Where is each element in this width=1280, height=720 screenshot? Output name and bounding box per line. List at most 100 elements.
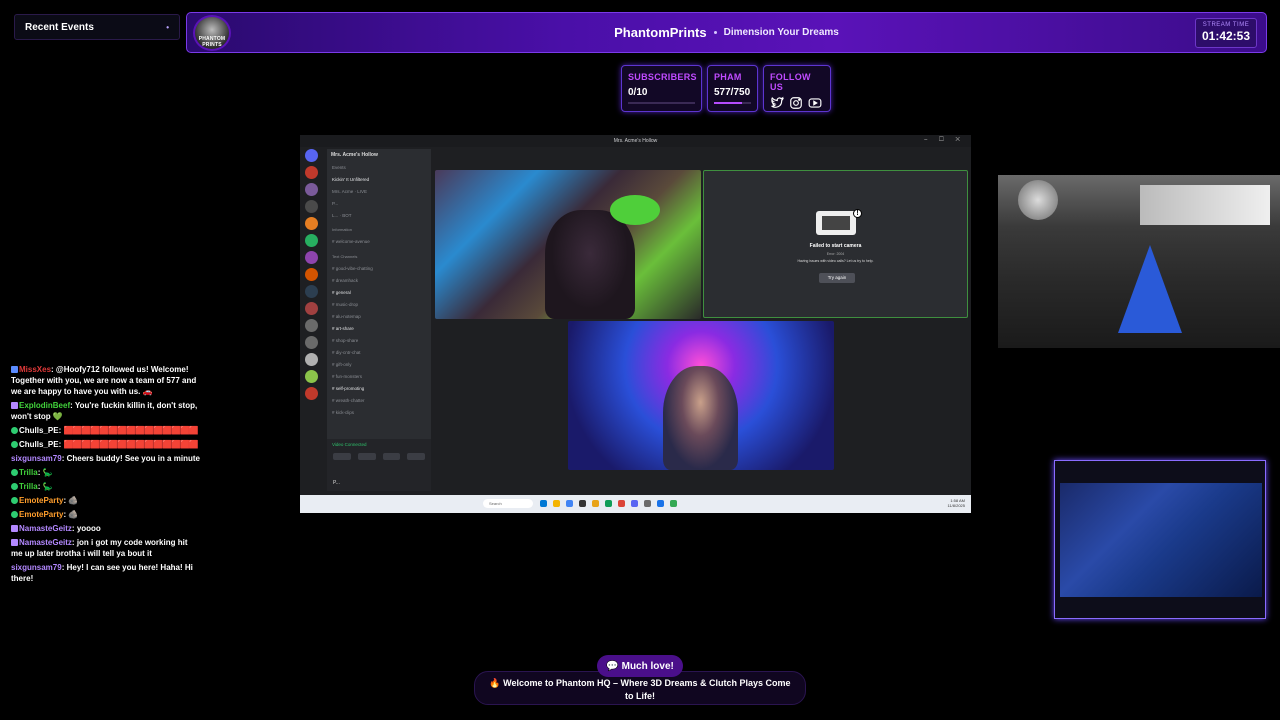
chat-message: Chulls_PE: 🟥🟥🟥🟥🟥🟥🟥🟥🟥🟥🟥🟥🟥🟥🟥 [11,439,201,450]
channel-item[interactable]: L... · BOT [327,209,431,221]
youtube-icon[interactable] [808,96,822,110]
taskbar-search[interactable]: Search [483,499,533,508]
home-icon[interactable] [305,149,318,162]
chat-username[interactable]: Trilla [19,468,38,477]
server-icon[interactable] [305,268,318,281]
channel-item[interactable]: # self-promoting [327,382,431,394]
server-icon[interactable] [305,319,318,332]
chat-username[interactable]: MissXes [19,365,51,374]
chat-badge-icon [11,441,18,448]
chat-emotes: 🟥🟥🟥🟥🟥🟥🟥🟥🟥🟥🟥🟥🟥🟥🟥 [63,426,198,435]
server-icon[interactable] [305,353,318,366]
server-icon[interactable] [305,166,318,179]
chat-username[interactable]: sixgunsam79 [11,454,62,463]
chat-username[interactable]: Trilla [19,482,38,491]
soundboard-button[interactable] [407,453,425,460]
channel-item[interactable]: Kickin' It Unfiltered [327,173,431,185]
chat-username[interactable]: EmoteParty [19,496,63,505]
channel-item[interactable]: Mrs. Acme · LIVE [327,185,431,197]
voice-status: Video Connected [332,442,367,447]
channel-item[interactable]: Events [327,161,431,173]
chat-badge-icon [11,497,18,504]
channel-item[interactable]: # welcome-avenue [327,236,431,248]
app-icon[interactable] [631,500,638,507]
video-tile-camera-error[interactable]: ! Failed to start camera Error: 2004 Hav… [703,170,968,318]
recent-events-label: Recent Events [25,21,94,33]
recent-events-panel[interactable]: Recent Events • [14,14,180,40]
server-icon[interactable] [305,336,318,349]
brand-tagline: Dimension Your Dreams [723,27,839,38]
desktop-capture: Mrs. Acme's Hollow ⎯ ☐ ✕ Mrs. Acme's Hol… [300,135,971,513]
app-icon[interactable] [605,500,612,507]
server-icon[interactable] [305,285,318,298]
printed-pyramid-shape [1118,245,1182,333]
channel-item[interactable]: # kick-clips [327,406,431,418]
chat-message: sixgunsam79: Cheers buddy! See you in a … [11,453,201,464]
app-icon[interactable] [553,500,560,507]
server-name[interactable]: Mrs. Acme's Hollow [327,149,431,161]
chat-username[interactable]: NamasteGeitz [19,538,72,547]
chat-badge-icon [11,525,18,532]
activity-button[interactable] [382,453,401,460]
channel-item[interactable]: # shop-share [327,334,431,346]
try-again-button[interactable]: Try again [819,273,855,283]
channel-item[interactable]: # gift-only [327,358,431,370]
stream-time-box: STREAM TIME 01:42:53 [1195,18,1257,48]
chat-message: Trilla: 🦕 [11,467,201,478]
server-icon[interactable] [305,234,318,247]
chat-badge-icon [11,469,18,476]
channel-item[interactable]: # fun-monsters [327,370,431,382]
user-panel: P... [327,477,431,491]
chat-username[interactable]: sixgunsam79 [11,563,62,572]
server-icon[interactable] [305,387,318,400]
channel-item[interactable]: P... [327,197,431,209]
app-icon[interactable] [540,500,547,507]
taskbar-icons [540,500,677,507]
camera-button[interactable] [333,453,351,460]
channel-category[interactable]: Text Channels [327,248,431,263]
video-tile-streamer[interactable] [568,321,834,470]
app-icon[interactable] [566,500,573,507]
server-icon[interactable] [305,200,318,213]
server-icon[interactable] [305,251,318,264]
twitter-icon[interactable] [770,96,784,110]
chat-text: Cheers buddy! See you in a minute [66,454,200,463]
chat-text: 🪨 [68,496,79,505]
server-icon[interactable] [305,217,318,230]
server-icon[interactable] [305,370,318,383]
chat-username[interactable]: NamasteGeitz [19,524,72,533]
taskbar-clock[interactable]: 1:58 AM 11/8/2025 [948,498,966,508]
screen-share-button[interactable] [357,453,376,460]
app-icon[interactable] [592,500,599,507]
channel-item[interactable]: # dreamhack [327,274,431,286]
chevron-icon[interactable]: • [166,23,169,32]
channel-item[interactable]: # music-drop [327,298,431,310]
follow-us-box: FOLLOW US [763,65,831,112]
channel-item[interactable]: # alu-notemap [327,310,431,322]
channel-category[interactable]: Information [327,221,431,236]
app-icon[interactable] [670,500,677,507]
app-icon[interactable] [618,500,625,507]
pham-goal: PHAM 577/750 [707,65,758,112]
channel-item[interactable]: # good-vibe-chatting [327,262,431,274]
server-icon[interactable] [305,183,318,196]
user-name: P... [333,480,340,486]
chair-shape [545,210,635,319]
logo-text: PHANTOM PRINTS [198,36,226,48]
channel-item[interactable]: # wreath-chatter [327,394,431,406]
channel-item[interactable]: # general [327,286,431,298]
chat-username[interactable]: EmoteParty [19,510,63,519]
channel-item[interactable]: # diy-cntr-chat [327,346,431,358]
window-controls[interactable]: ⎯ ☐ ✕ [924,137,965,144]
app-icon[interactable] [657,500,664,507]
chat-username[interactable]: Chulls_PE [19,440,59,449]
subscribers-goal: SUBSCRIBERS 0/10 [621,65,702,112]
channel-item[interactable]: # art-share [327,322,431,334]
app-icon[interactable] [579,500,586,507]
chat-username[interactable]: ExplodinBeef [19,401,70,410]
chat-username[interactable]: Chulls_PE [19,426,59,435]
instagram-icon[interactable] [789,96,803,110]
app-icon[interactable] [644,500,651,507]
server-icon[interactable] [305,302,318,315]
video-tile-room[interactable] [435,170,701,319]
